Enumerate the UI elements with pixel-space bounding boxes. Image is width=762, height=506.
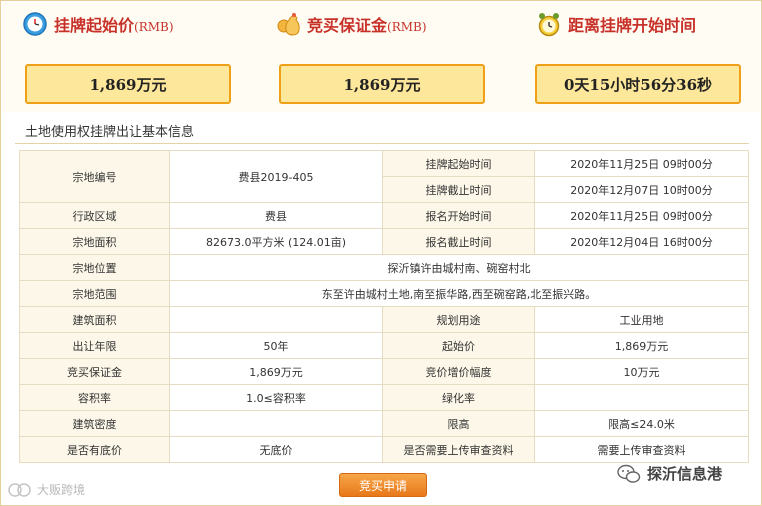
watermark-right: 探沂信息港	[617, 463, 722, 484]
table-row: 宗地编号 费县2019-405 挂牌起始时间 2020年11月25日 09时00…	[19, 150, 749, 203]
reg-end-value: 2020年12月04日 16时00分	[534, 228, 749, 255]
page-frame: 挂牌起始价(RMB) 1,869万元 竞买保证金(RMB) 1,869万元 距离…	[0, 0, 762, 506]
watermark-left-text: 大贩跨境	[37, 483, 86, 497]
start-price-label: 起始价	[382, 332, 535, 359]
parcel-no-label: 宗地编号	[19, 150, 170, 203]
area-value: 82673.0平方米 (124.01亩)	[169, 228, 383, 255]
watermark-left: 大贩跨境	[7, 481, 85, 498]
wechat-icon	[617, 464, 641, 483]
clock-icon	[23, 12, 47, 36]
height-value: 限高≤24.0米	[534, 410, 749, 437]
height-label: 限高	[382, 410, 535, 437]
table-row: 是否有底价 无底价 是否需要上传审查资料 需要上传审查资料	[19, 436, 749, 463]
density-value	[169, 410, 383, 437]
location-label: 宗地位置	[19, 254, 170, 281]
density-label: 建筑密度	[19, 410, 170, 437]
deposit-value: 1,869万元	[279, 64, 485, 104]
countdown-title: 距离挂牌开始时间	[568, 16, 697, 35]
green-value	[534, 384, 749, 411]
apply-button[interactable]: 竞买申请	[339, 473, 427, 497]
money-bag-icon	[277, 13, 300, 36]
upload-value: 需要上传审查资料	[534, 436, 749, 463]
scope-value: 东至许由城村土地,南至振华路,西至碗窑路,北至振兴路。	[169, 280, 749, 307]
countdown-value: 0天15小时56分36秒	[535, 64, 741, 104]
scope-label: 宗地范围	[19, 280, 170, 307]
reserve-label: 是否有底价	[19, 436, 170, 463]
start-price-cell: 1,869万元	[534, 332, 749, 359]
reg-end-label: 报名截止时间	[382, 228, 535, 255]
far-label: 容积率	[19, 384, 170, 411]
listing-end-label: 挂牌截止时间	[382, 176, 535, 203]
start-price-value: 1,869万元	[25, 64, 231, 104]
deposit-unit: (RMB)	[387, 20, 427, 34]
alarm-clock-icon	[538, 13, 560, 37]
green-label: 绿化率	[382, 384, 535, 411]
listing-start-value: 2020年11月25日 09时00分	[534, 150, 749, 177]
table-row: 建筑密度 限高 限高≤24.0米	[19, 410, 749, 437]
reg-start-label: 报名开始时间	[382, 202, 535, 229]
start-price-block: 挂牌起始价(RMB)	[22, 2, 232, 46]
building-area-label: 建筑面积	[19, 306, 170, 333]
land-info-table: 宗地编号 费县2019-405 挂牌起始时间 2020年11月25日 09时00…	[19, 150, 749, 463]
upload-label: 是否需要上传审查资料	[382, 436, 535, 463]
table-row: 宗地范围 东至许由城村土地,南至振华路,西至碗窑路,北至振兴路。	[19, 280, 749, 307]
planned-use-value: 工业用地	[534, 306, 749, 333]
deposit-label: 竞买保证金	[19, 358, 170, 385]
table-row: 宗地位置 探沂镇许由城村南、碗窑村北	[19, 254, 749, 281]
table-row: 行政区域 费县 报名开始时间 2020年11月25日 09时00分	[19, 202, 749, 229]
divider	[15, 143, 749, 144]
listing-end-value: 2020年12月07日 10时00分	[534, 176, 749, 203]
table-row: 竞买保证金 1,869万元 竞价增价幅度 10万元	[19, 358, 749, 385]
start-price-unit: (RMB)	[134, 20, 174, 34]
area-label: 宗地面积	[19, 228, 170, 255]
term-label: 出让年限	[19, 332, 170, 359]
watermark-right-text: 探沂信息港	[647, 465, 723, 483]
watermark-logo-icon	[8, 482, 31, 497]
table-row: 出让年限 50年 起始价 1,869万元	[19, 332, 749, 359]
deposit-block: 竞买保证金(RMB)	[275, 2, 485, 46]
table-row: 建筑面积 规划用途 工业用地	[19, 306, 749, 333]
section-title: 土地使用权挂牌出让基本信息	[25, 125, 195, 140]
table-row: 容积率 1.0≤容积率 绿化率	[19, 384, 749, 411]
far-value: 1.0≤容积率	[169, 384, 383, 411]
table-row: 宗地面积 82673.0平方米 (124.01亩) 报名截止时间 2020年12…	[19, 228, 749, 255]
listing-start-label: 挂牌起始时间	[382, 150, 535, 177]
reg-start-value: 2020年11月25日 09时00分	[534, 202, 749, 229]
reserve-value: 无底价	[169, 436, 383, 463]
deposit-title: 竞买保证金(RMB)	[307, 16, 427, 35]
planned-use-label: 规划用途	[382, 306, 535, 333]
term-value: 50年	[169, 332, 383, 359]
summary-panel: 挂牌起始价(RMB) 1,869万元 竞买保证金(RMB) 1,869万元 距离…	[2, 2, 760, 112]
location-value: 探沂镇许由城村南、碗窑村北	[169, 254, 749, 281]
parcel-no-value: 费县2019-405	[169, 150, 383, 203]
district-label: 行政区域	[19, 202, 170, 229]
deposit-cell: 1,869万元	[169, 358, 383, 385]
countdown-block: 距离挂牌开始时间	[536, 2, 746, 46]
increment-value: 10万元	[534, 358, 749, 385]
building-area-value	[169, 306, 383, 333]
district-value: 费县	[169, 202, 383, 229]
increment-label: 竞价增价幅度	[382, 358, 535, 385]
start-price-title: 挂牌起始价(RMB)	[54, 16, 174, 35]
